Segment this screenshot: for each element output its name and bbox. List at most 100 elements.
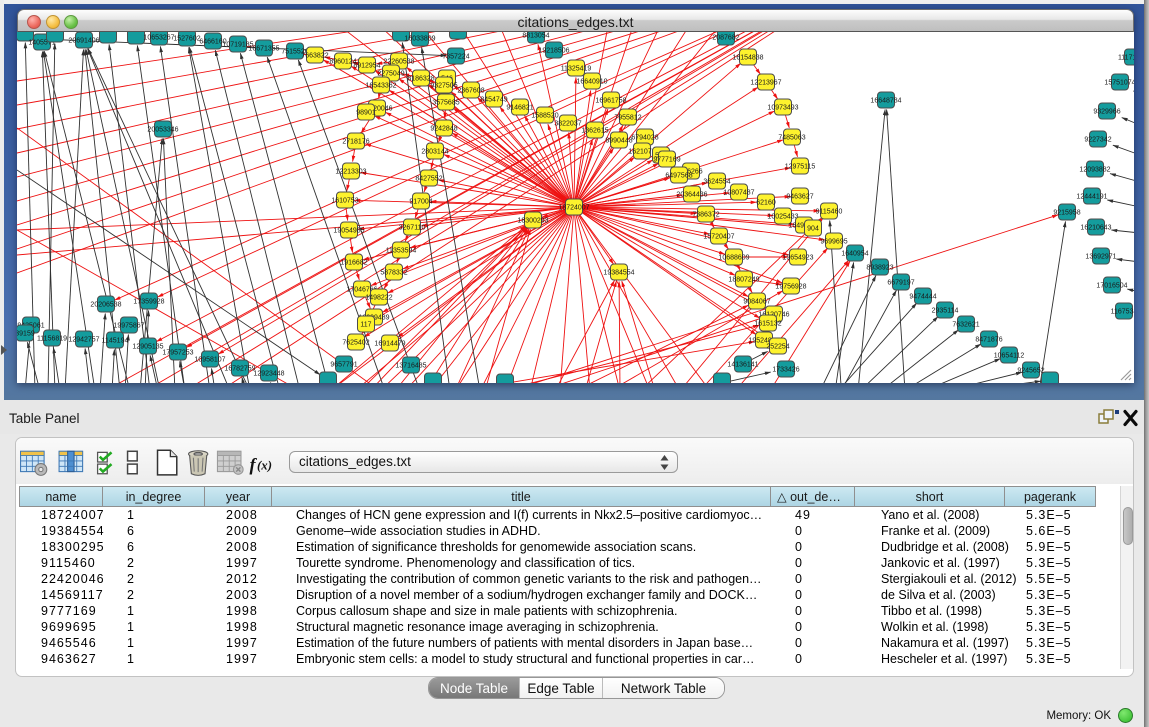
svg-text:13716485: 13716485 — [395, 363, 426, 370]
svg-text:16961758: 16961758 — [595, 98, 626, 105]
svg-text:16782759: 16782759 — [224, 366, 255, 373]
svg-text:9777169: 9777169 — [653, 157, 680, 164]
svg-text:16640910: 16640910 — [576, 79, 607, 86]
svg-text:19054985: 19054985 — [333, 228, 364, 235]
svg-text:5878332: 5878332 — [380, 270, 407, 277]
svg-text:19218506: 19218506 — [538, 48, 569, 55]
svg-text:19384554: 19384554 — [603, 270, 634, 277]
svg-text:39159: 39159 — [17, 331, 35, 338]
svg-text:7663822: 7663822 — [301, 53, 328, 60]
svg-text:(x): (x) — [257, 458, 272, 472]
svg-text:9657791: 9657791 — [330, 362, 357, 369]
svg-text:1527602: 1527602 — [173, 36, 200, 43]
svg-text:10807487: 10807487 — [723, 190, 754, 197]
svg-text:12093882: 12093882 — [1079, 167, 1110, 174]
svg-text:9146821: 9146821 — [506, 105, 533, 112]
svg-text:6794028: 6794028 — [631, 135, 658, 142]
svg-text:11353594: 11353594 — [386, 248, 417, 255]
svg-text:10973493: 10973493 — [767, 105, 798, 112]
svg-text:1498222: 1498222 — [365, 295, 392, 302]
svg-text:252254: 252254 — [766, 344, 789, 351]
svg-text:9327505: 9327505 — [430, 83, 457, 90]
svg-text:9245652: 9245652 — [1017, 368, 1044, 375]
svg-text:3267110: 3267110 — [399, 225, 426, 232]
svg-text:20206538: 20206538 — [90, 302, 121, 309]
svg-text:14136141: 14136141 — [727, 362, 758, 369]
svg-text:1733426: 1733426 — [772, 367, 799, 374]
svg-text:16543362: 16543362 — [365, 83, 396, 90]
svg-text:1610753: 1610753 — [331, 198, 358, 205]
svg-text:9084067: 9084067 — [743, 299, 770, 306]
svg-text:2803144: 2803144 — [421, 149, 448, 156]
svg-text:12444191: 12444191 — [1076, 194, 1107, 201]
svg-text:10958107: 10958107 — [194, 357, 225, 364]
svg-text:1615132: 1615132 — [754, 321, 781, 328]
svg-text:1640954: 1640954 — [841, 251, 868, 258]
svg-text:7357224: 7357224 — [442, 54, 469, 61]
svg-text:12905135: 12905135 — [132, 344, 163, 351]
svg-text:2367608: 2367608 — [457, 88, 484, 95]
svg-text:9227342: 9227342 — [1084, 137, 1111, 144]
svg-text:16648784: 16648784 — [870, 98, 901, 105]
svg-text:9115460: 9115460 — [816, 209, 843, 216]
svg-text:1916682: 1916682 — [340, 260, 367, 267]
svg-text:12213967: 12213967 — [750, 80, 781, 87]
svg-text:904: 904 — [807, 226, 819, 233]
svg-text:16210643: 16210643 — [1080, 225, 1111, 232]
svg-text:20364436: 20364436 — [676, 192, 707, 199]
svg-text:8990448: 8990448 — [605, 138, 632, 145]
svg-text:917004: 917004 — [409, 199, 432, 206]
svg-text:10653267: 10653267 — [143, 35, 174, 42]
svg-text:98901: 98901 — [356, 110, 376, 117]
svg-text:7485063: 7485063 — [778, 135, 805, 142]
svg-text:19756928: 19756928 — [775, 284, 806, 291]
svg-text:2718176: 2718176 — [342, 139, 369, 146]
svg-text:8454749: 8454749 — [480, 97, 507, 104]
svg-text:9463627: 9463627 — [786, 194, 813, 201]
svg-text:7955812: 7955812 — [614, 115, 641, 122]
svg-text:8912954: 8912954 — [353, 63, 380, 70]
svg-text:12923448: 12923448 — [253, 371, 284, 378]
svg-text:19654923: 19654923 — [782, 255, 813, 262]
svg-text:9215958: 9215958 — [1053, 210, 1080, 217]
svg-text:10654112: 10654112 — [994, 353, 1025, 360]
svg-text:20053346: 20053346 — [147, 127, 178, 134]
svg-text:11325419: 11325419 — [561, 66, 592, 73]
svg-text:8813054: 8813054 — [522, 33, 549, 40]
svg-text:16671355: 16671355 — [248, 46, 279, 53]
svg-text:7632621: 7632621 — [952, 322, 979, 329]
svg-text:20691406: 20691406 — [68, 38, 99, 45]
svg-text:18300293: 18300293 — [517, 218, 548, 225]
svg-text:2935114: 2935114 — [932, 308, 959, 315]
svg-text:22260538: 22260538 — [383, 59, 414, 66]
svg-text:1621072: 1621072 — [628, 149, 655, 156]
svg-text:16154838: 16154838 — [732, 55, 763, 62]
svg-text:1145194: 1145194 — [102, 338, 129, 345]
svg-text:13692971: 13692971 — [1085, 254, 1116, 261]
svg-text:3624554: 3624554 — [703, 179, 730, 186]
svg-text:9699695: 9699695 — [820, 239, 847, 246]
svg-text:9242848: 9242848 — [430, 126, 457, 133]
svg-text:8427552: 8427552 — [415, 176, 442, 183]
svg-text:8938923: 8938923 — [866, 265, 893, 272]
svg-text:62160: 62160 — [756, 200, 776, 207]
svg-text:2087682: 2087682 — [712, 35, 739, 42]
svg-text:2275049: 2275049 — [377, 71, 404, 78]
svg-text:12213303: 12213303 — [335, 169, 366, 176]
svg-text:3575685: 3575685 — [432, 100, 459, 107]
svg-text:11156819: 11156819 — [37, 336, 67, 343]
svg-text:17016504: 17016504 — [1096, 283, 1127, 290]
svg-text:8471876: 8471876 — [975, 337, 1002, 344]
svg-text:3822037: 3822037 — [554, 121, 581, 128]
svg-text:10688609: 10688609 — [718, 255, 749, 262]
svg-text:8186328: 8186328 — [407, 76, 434, 83]
svg-text:1588520: 1588520 — [531, 113, 558, 120]
svg-text:17359928: 17359928 — [133, 299, 164, 306]
svg-text:15720407: 15720407 — [703, 234, 734, 241]
svg-text:117: 117 — [360, 322, 371, 329]
svg-text:16033809: 16033809 — [404, 36, 435, 43]
svg-text:18807249: 18807249 — [728, 277, 759, 284]
svg-text:6679197: 6679197 — [887, 280, 914, 287]
svg-text:7386372: 7386372 — [692, 212, 719, 219]
svg-text:9329966: 9329966 — [1093, 109, 1120, 116]
